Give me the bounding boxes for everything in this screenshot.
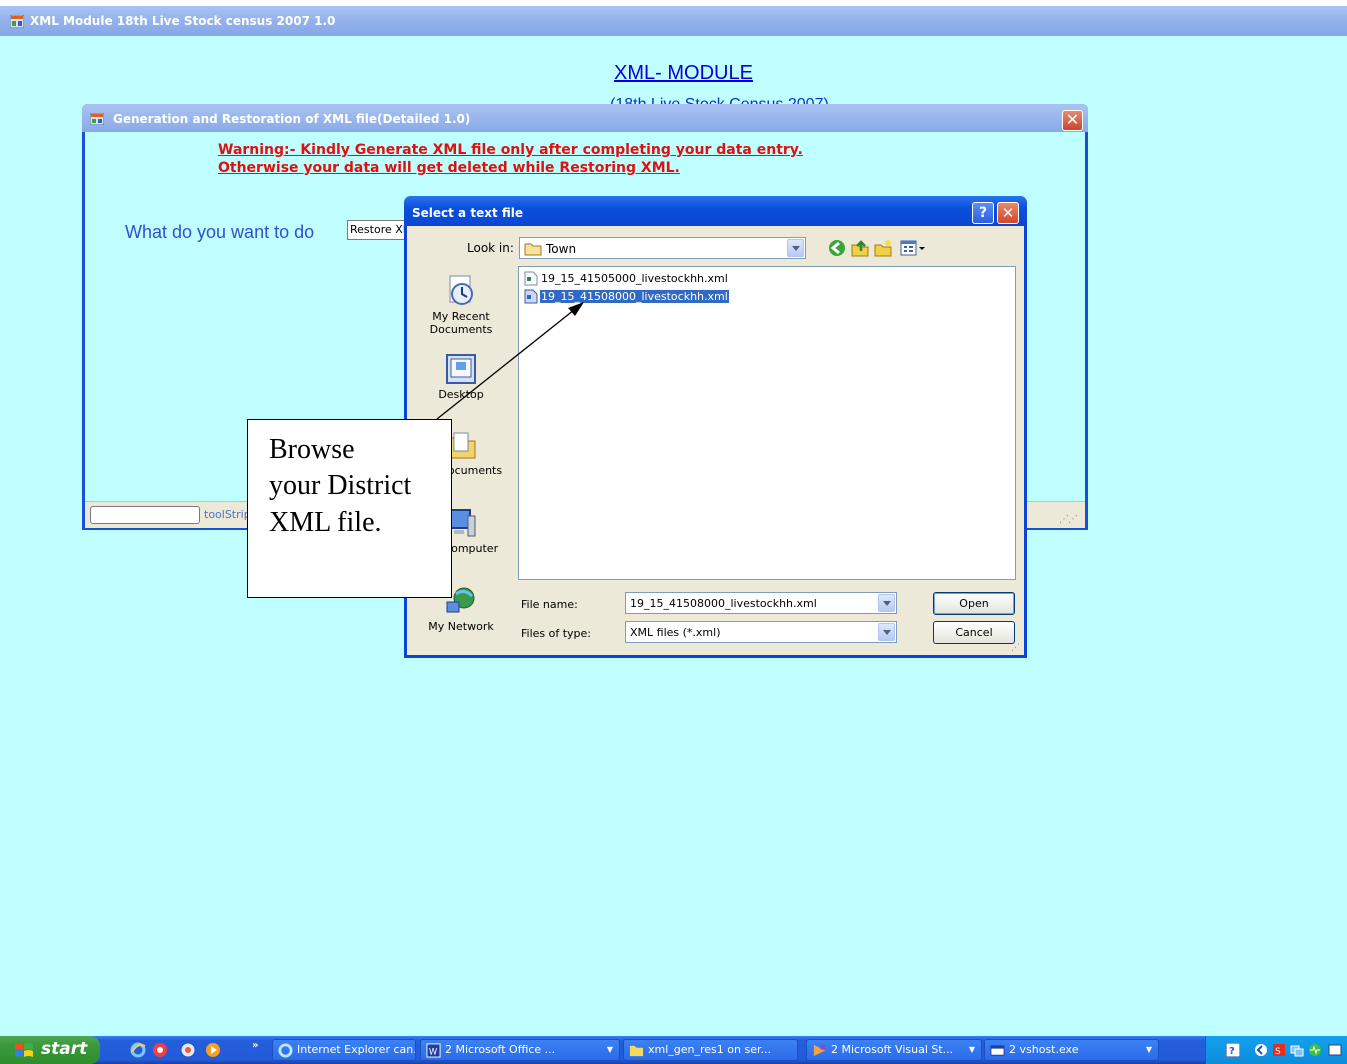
back-icon[interactable] [827,238,847,258]
action-question-label: What do you want to do [125,222,315,242]
ie-icon[interactable] [130,1042,146,1058]
resize-grip-icon[interactable]: ⋰ [1011,643,1020,653]
views-menu-icon[interactable] [899,238,927,258]
start-label: start [41,1039,88,1059]
start-button[interactable]: start [0,1036,100,1064]
xml-file-icon [524,289,538,304]
player-icon[interactable] [205,1042,221,1058]
close-button[interactable]: ✕ [1062,110,1083,131]
new-folder-icon[interactable] [873,238,893,258]
status-label: toolStrip [204,508,251,521]
place-label: My Network [428,620,494,633]
chevron-down-icon: ▼ [1145,1045,1152,1054]
up-folder-icon[interactable] [850,238,870,258]
xml-file-icon [524,271,538,286]
svg-text:?: ? [1229,1046,1235,1057]
place-my-recent-documents[interactable]: My Recent Documents [411,274,511,336]
expand-tray-icon[interactable] [1254,1043,1268,1057]
look-in-value: Town [546,242,577,256]
cancel-button[interactable]: Cancel [933,621,1015,644]
browser-icon[interactable] [180,1042,196,1058]
callout-line-1: Browse [269,434,355,465]
chevron-down-icon[interactable] [878,594,895,612]
help-button[interactable]: ? [972,202,994,224]
callout-line-2: your District [269,470,412,501]
task-ie[interactable]: Internet Explorer can... [272,1039,416,1061]
windows-logo-icon [15,1043,33,1057]
module-heading: XML- MODULE [614,62,753,84]
desktop-icon [446,354,476,384]
quick-launch-chevron[interactable]: » [252,1040,258,1051]
task-vshost[interactable]: 2 vshost.exe ▼ [984,1039,1159,1061]
look-in-combobox[interactable]: Town [519,237,806,259]
instruction-callout: Browse your District XML file. [247,419,452,598]
network-icon[interactable] [1290,1043,1304,1057]
open-button[interactable]: Open [933,592,1015,615]
file-name-label: File name: [521,598,578,611]
chevron-down-icon[interactable] [787,239,804,257]
recent-documents-icon [449,275,473,305]
task-label: 2 Microsoft Office ... [445,1043,556,1056]
select-file-dialog: Select a text file ? ✕ Look in: Town My … [404,196,1027,658]
folder-icon [629,1045,644,1057]
action-combobox[interactable]: Restore XML [347,220,407,240]
resize-grip-icon[interactable]: ⋰⋰ [1059,514,1078,525]
window-tray-icon[interactable] [1328,1043,1342,1057]
folder-icon [524,243,542,256]
chevron-down-icon: ▼ [606,1045,613,1054]
task-label: 2 vshost.exe [1009,1043,1079,1056]
dialog-close-button[interactable]: ✕ [997,202,1019,224]
svg-text:S: S [1275,1047,1281,1057]
warning-line-1: Warning:- Kindly Generate XML file only … [218,142,803,158]
generation-window-titlebar[interactable]: Generation and Restoration of XML file(D… [82,104,1088,132]
chevron-down-icon[interactable] [878,623,895,641]
task-folder[interactable]: xml_gen_res1 on ser... [623,1039,798,1061]
callout-line-3: XML file. [269,507,382,538]
place-label: My Recent [432,310,490,323]
file-name-value: 19_15_41508000_livestockhh.xml [630,597,817,610]
dialog-titlebar[interactable]: Select a text file ? ✕ [404,196,1027,226]
svg-text:W: W [429,1046,438,1056]
dialog-client: Look in: Town My Recent Documents Deskto… [407,226,1024,655]
office-icon: W [426,1043,441,1058]
task-label: Internet Explorer can... [297,1043,416,1056]
warning-line-2: Otherwise your data will get deleted whi… [218,160,680,176]
file-type-select[interactable]: XML files (*.xml) [625,621,897,643]
help-tray-icon[interactable]: ? [1226,1043,1240,1057]
window-icon [990,1045,1005,1056]
file-name: 19_15_41505000_livestockhh.xml [541,272,728,285]
taskbar: start » Internet Explorer can... W 2 Mic… [0,1036,1347,1064]
monitor-icon[interactable] [1308,1043,1322,1057]
main-titlebar[interactable]: XML Module 18th Live Stock census 2007 1… [0,6,1347,36]
look-in-label: Look in: [467,241,514,255]
task-label: 2 Microsoft Visual St... [831,1043,954,1056]
chevron-down-icon: ▼ [968,1045,975,1054]
file-type-value: XML files (*.xml) [630,626,721,639]
antivirus-icon[interactable]: S [1272,1043,1286,1057]
main-window-title: XML Module 18th Live Stock census 2007 1… [30,14,336,28]
file-type-label: Files of type: [521,627,592,640]
task-office[interactable]: W 2 Microsoft Office ... ▼ [420,1039,620,1061]
visual-studio-icon [813,1044,827,1057]
ie-icon [278,1043,293,1058]
media-icon[interactable] [152,1042,168,1058]
file-name-field[interactable]: 19_15_41508000_livestockhh.xml [625,592,897,614]
file-name: 19_15_41508000_livestockhh.xml [539,289,730,304]
generation-window-title: Generation and Restoration of XML file(D… [113,112,471,126]
place-desktop[interactable]: Desktop [411,352,511,401]
status-progress-bar [90,506,200,524]
app-icon [10,15,24,28]
file-list[interactable]: 19_15_41505000_livestockhh.xml 19_15_415… [518,266,1016,580]
task-visual-studio[interactable]: 2 Microsoft Visual St... ▼ [806,1039,982,1061]
place-label: Documents [429,323,493,336]
dialog-title: Select a text file [412,206,524,220]
place-label: Desktop [438,388,484,401]
system-tray: ? S [1205,1036,1347,1064]
task-label: xml_gen_res1 on ser... [648,1043,771,1056]
app-icon [90,113,104,125]
